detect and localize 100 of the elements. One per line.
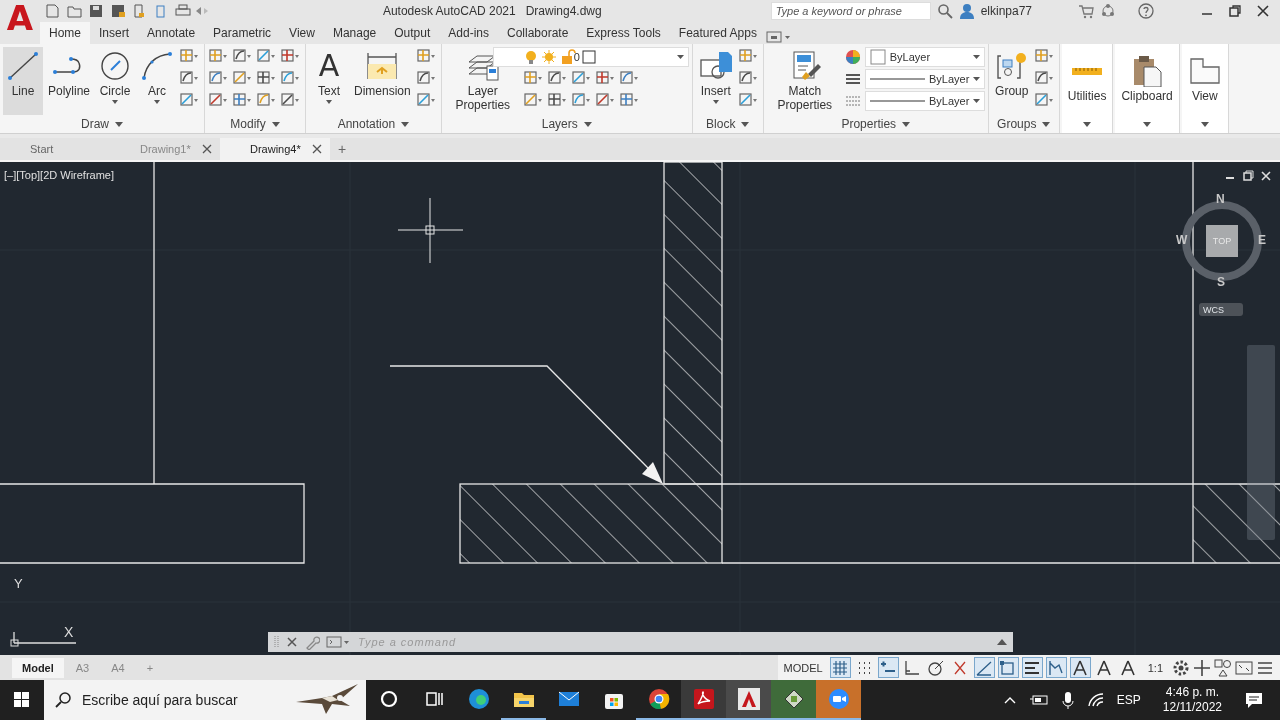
panel-title[interactable]: Groups xyxy=(997,117,1037,131)
caret-icon[interactable] xyxy=(1042,121,1051,127)
ucs-menu-button[interactable]: WCS xyxy=(1199,303,1243,316)
autocad-taskbar-button[interactable] xyxy=(726,680,771,720)
restore-icon[interactable] xyxy=(1242,170,1254,182)
panel-title[interactable]: Properties xyxy=(841,117,897,131)
search-icon[interactable] xyxy=(936,3,953,19)
caret-icon[interactable] xyxy=(583,121,592,127)
cart-icon[interactable] xyxy=(1078,3,1094,19)
settings-icon[interactable] xyxy=(1172,658,1190,677)
tool-icon[interactable] xyxy=(208,69,229,87)
lineweight-toggle[interactable] xyxy=(1021,657,1043,678)
caret-icon[interactable] xyxy=(1143,121,1152,127)
help-icon[interactable] xyxy=(1138,3,1154,19)
ribbon-tab[interactable]: Featured Apps xyxy=(669,22,766,44)
linetype-icon[interactable] xyxy=(844,71,861,87)
panel-toggle-icon[interactable] xyxy=(765,30,792,44)
tool-icon[interactable] xyxy=(546,69,567,87)
tool-icon[interactable] xyxy=(232,47,253,65)
language-indicator[interactable]: ESP xyxy=(1116,693,1141,707)
new-tab-button[interactable]: + xyxy=(330,138,355,160)
ribbon-tool-button[interactable]: Polyline xyxy=(45,47,94,115)
compass-label[interactable]: E xyxy=(1258,233,1266,247)
panel-title[interactable]: Modify xyxy=(230,117,266,131)
viewport-controls-label[interactable]: [–][Top][2D Wireframe] xyxy=(4,169,115,181)
ribbon-tool-button[interactable]: Arc xyxy=(137,47,178,115)
ribbon-tool-button[interactable]: Line xyxy=(3,47,43,115)
user-icon[interactable] xyxy=(958,3,975,19)
ribbon-tab[interactable]: View xyxy=(280,22,324,44)
user-name[interactable]: elkinpa77 xyxy=(980,4,1032,18)
wifi-icon[interactable] xyxy=(1086,692,1105,708)
grid-toggle[interactable] xyxy=(829,657,851,678)
panel-title[interactable]: Layers xyxy=(541,117,578,131)
caret-icon[interactable] xyxy=(271,121,280,127)
tool-icon[interactable] xyxy=(618,91,639,109)
command-prompt-icon[interactable] xyxy=(326,635,350,649)
document-tab[interactable]: Start xyxy=(0,138,110,160)
ribbon-tab[interactable]: Manage xyxy=(323,22,386,44)
annomonitor-toggle[interactable] xyxy=(1069,657,1091,678)
search-field[interactable]: Type a keyword or phrase xyxy=(770,2,931,20)
fullscreen-icon[interactable] xyxy=(1235,658,1253,677)
caret-icon[interactable] xyxy=(1200,121,1209,127)
caret-icon[interactable] xyxy=(902,121,911,127)
ribbon-tool-button[interactable]: Insert xyxy=(695,47,736,115)
zoom-taskbar-button[interactable] xyxy=(816,680,861,720)
app-logo[interactable]: A xyxy=(0,0,40,44)
dropdown-field[interactable]: ByLayer xyxy=(864,47,985,67)
caret-icon[interactable] xyxy=(401,121,410,127)
battery-icon[interactable] xyxy=(1028,693,1049,707)
tool-icon[interactable] xyxy=(179,69,200,87)
layout-tab[interactable]: Model xyxy=(12,657,64,678)
ribbon-tool-button[interactable]: A Text xyxy=(309,47,350,115)
color-wheel-icon[interactable] xyxy=(844,49,861,65)
ribbon-tab[interactable]: Annotate xyxy=(138,22,205,44)
compass-label[interactable]: S xyxy=(1217,275,1225,289)
caret-icon[interactable] xyxy=(997,639,1007,645)
document-tab[interactable]: Drawing4* xyxy=(220,138,330,160)
tool-icon[interactable] xyxy=(280,91,301,109)
osnap-toggle[interactable] xyxy=(997,657,1019,678)
ribbon-tab[interactable]: Express Tools xyxy=(577,22,670,44)
tool-icon[interactable] xyxy=(415,69,436,87)
tool-icon[interactable] xyxy=(256,69,277,87)
tool-icon[interactable] xyxy=(546,91,567,109)
tool-icon[interactable] xyxy=(618,69,639,87)
ribbon-tab[interactable]: Collaborate xyxy=(498,22,578,44)
ribbon-tab[interactable]: Add-ins xyxy=(439,22,498,44)
tool-icon[interactable] xyxy=(1033,69,1054,87)
caret-icon[interactable] xyxy=(741,121,750,127)
tool-icon[interactable] xyxy=(594,69,615,87)
annotation-scale-button[interactable]: 1:1 xyxy=(1147,661,1163,674)
ribbon-tab[interactable]: Insert xyxy=(90,22,139,44)
tool-icon[interactable] xyxy=(232,91,253,109)
panel-title[interactable]: Draw xyxy=(81,117,109,131)
compass-label[interactable]: W xyxy=(1176,233,1188,247)
model-space-button[interactable]: MODEL xyxy=(783,661,823,674)
acrobat-taskbar-button[interactable] xyxy=(681,680,726,720)
grip-icon[interactable] xyxy=(274,635,280,649)
ribbon-tool-button[interactable]: Group xyxy=(991,47,1032,115)
close-icon[interactable] xyxy=(202,144,212,154)
ribbon-tool-button[interactable]: Dimension xyxy=(351,47,414,115)
tool-icon[interactable] xyxy=(594,91,615,109)
restore-icon[interactable] xyxy=(1228,4,1242,18)
ribbon-tab[interactable]: Output xyxy=(385,22,440,44)
microphone-icon[interactable] xyxy=(1060,691,1075,709)
viewer-taskbar-button[interactable] xyxy=(771,680,816,720)
caret-icon[interactable] xyxy=(1083,121,1092,127)
clock-date[interactable]: 12/11/2022 xyxy=(1162,700,1222,715)
panel-title[interactable]: Annotation xyxy=(337,117,396,131)
clock-time[interactable]: 4:46 p. m. xyxy=(1165,685,1220,700)
caret-icon[interactable] xyxy=(115,121,123,127)
compass-label[interactable]: N xyxy=(1216,192,1225,206)
dropdown-field[interactable]: ByLayer xyxy=(864,91,985,111)
ribbon-tool-button[interactable]: Match Properties xyxy=(766,47,843,115)
plus-icon[interactable] xyxy=(1193,658,1211,677)
ribbon-tool-button[interactable]: Circle xyxy=(95,47,136,115)
dropdown-field[interactable]: ByLayer xyxy=(864,69,985,89)
isolate-objects-icon[interactable] xyxy=(1214,658,1232,677)
tool-icon[interactable] xyxy=(280,47,301,65)
close-icon[interactable] xyxy=(312,144,322,154)
infer-toggle[interactable] xyxy=(877,657,899,678)
